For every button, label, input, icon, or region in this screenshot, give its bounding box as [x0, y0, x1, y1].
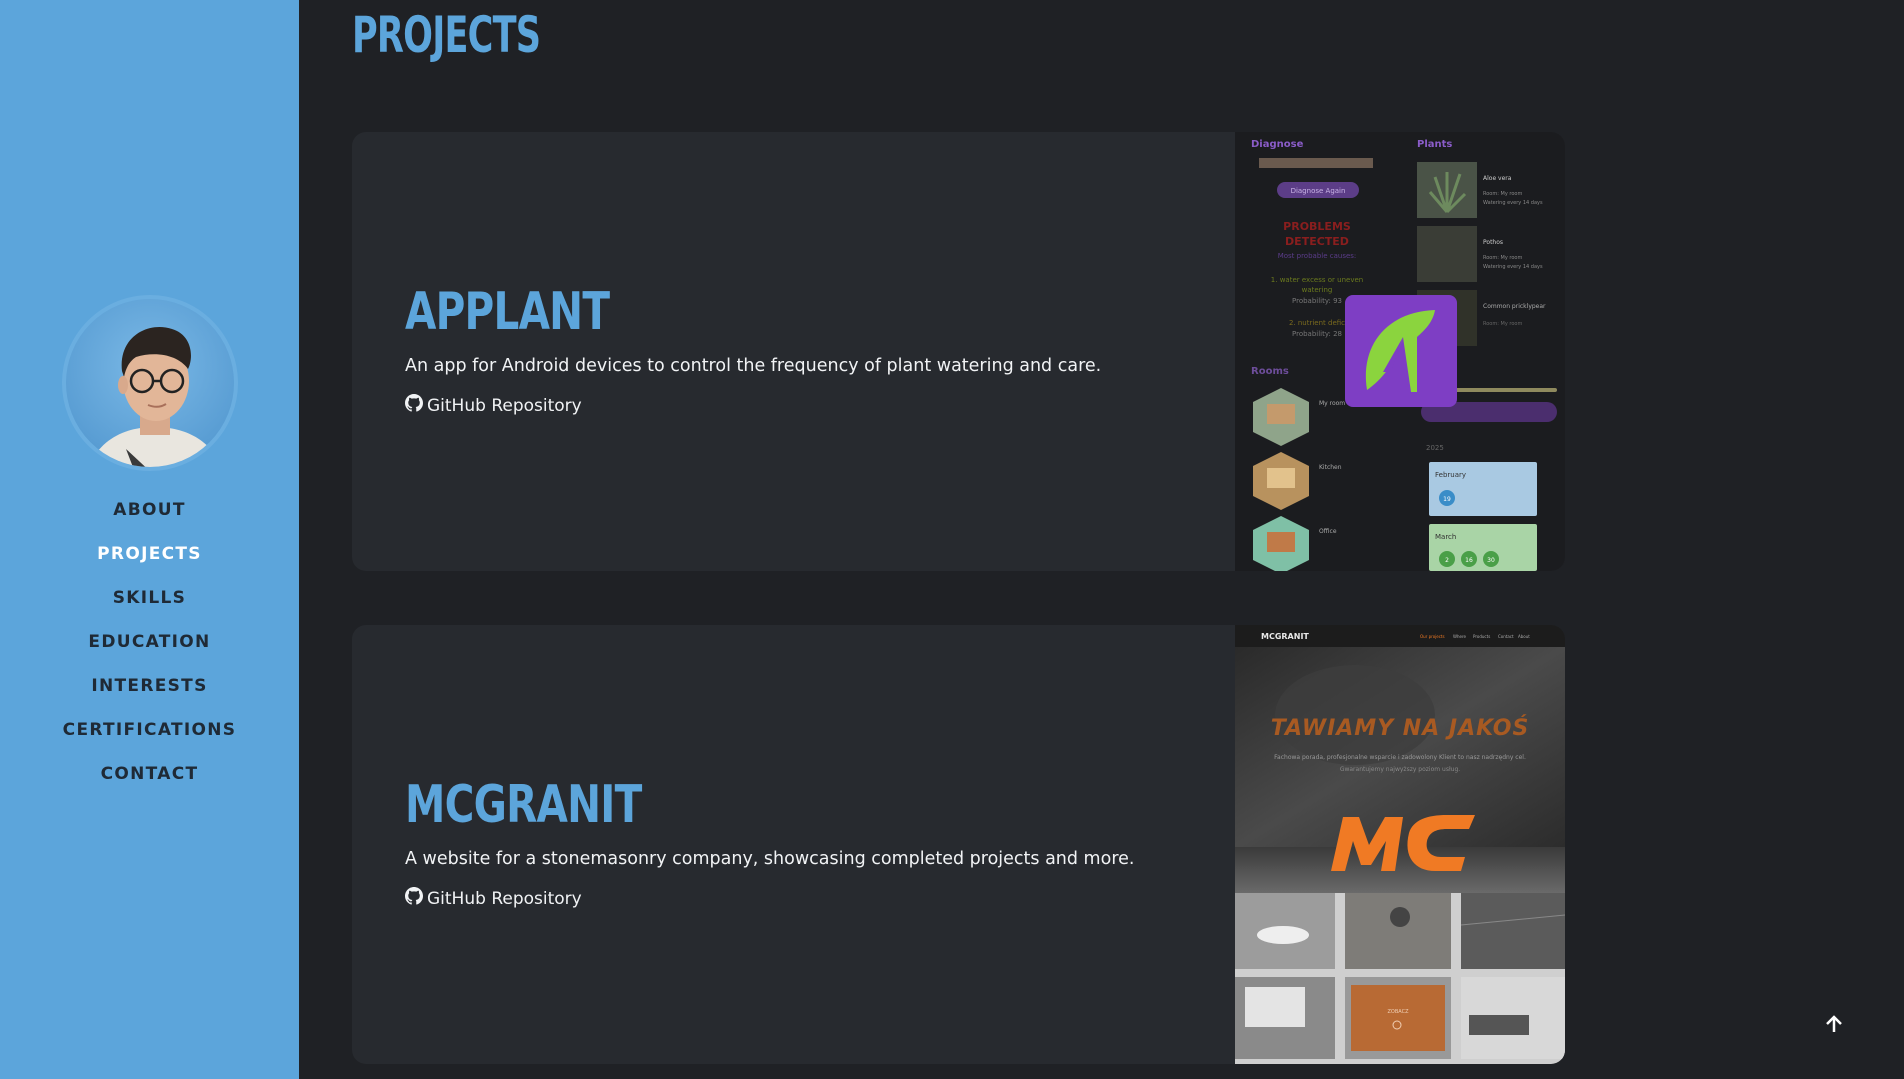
scroll-to-top-button[interactable] [1816, 1008, 1852, 1044]
page-title: PROJECTS [352, 6, 541, 64]
diagnose-button: Diagnose Again [1291, 187, 1346, 195]
nav-item-about[interactable]: ABOUT [0, 496, 299, 540]
nav-item-projects[interactable]: PROJECTS [0, 540, 299, 584]
plant-watering: Watering every 14 days [1483, 264, 1543, 270]
sidebar: ABOUT PROJECTS SKILLS EDUCATION INTEREST… [0, 0, 299, 1079]
github-icon [405, 887, 427, 910]
cause1: 1. water excess or uneven [1271, 276, 1363, 284]
plant-name: Aloe vera [1483, 175, 1512, 182]
nav-item-education[interactable]: EDUCATION [0, 628, 299, 672]
plant-name: Pothos [1483, 239, 1503, 246]
hero-heading: TAWIAMY NA JAKOŚ [1271, 715, 1530, 741]
avatar [62, 295, 238, 471]
plant-name: Common pricklypear [1483, 303, 1546, 310]
cause2-prob: Probability: 28 [1292, 330, 1342, 338]
calendar-day: 19 [1443, 496, 1451, 503]
project-title: APPLANT [405, 282, 610, 342]
month-name: March [1435, 533, 1456, 541]
month-name: February [1435, 471, 1466, 479]
problems-line2: DETECTED [1285, 235, 1349, 248]
gallery-button-label: ZOBACZ [1387, 1009, 1409, 1015]
site-nav-item: Our projects [1420, 634, 1445, 639]
nav-item-skills[interactable]: SKILLS [0, 584, 299, 628]
hero-subtext: Fachowa porada, profesjonalne wsparcie i… [1274, 754, 1526, 761]
site-nav-item: Where [1453, 634, 1467, 639]
plant-room: Room: My room [1483, 255, 1522, 261]
room-name: My room [1319, 400, 1345, 407]
mcgranit-preview-image[interactable]: MCGRANIT Our projects Where Products Con… [1235, 625, 1565, 1064]
nav-item-interests[interactable]: INTERESTS [0, 672, 299, 716]
project-description: A website for a stonemasonry company, sh… [405, 849, 1135, 869]
diagnose-heading: Diagnose [1251, 139, 1304, 150]
mcgranit-logo-text: MCGRANIT [1261, 632, 1309, 641]
plant-room: Room: My room [1483, 191, 1522, 197]
rooms-heading: Rooms [1251, 366, 1289, 377]
applant-preview-image[interactable]: Diagnose Diagnose Again PROBLEMS DETECTE… [1235, 132, 1565, 571]
plant-watering: Watering every 14 days [1483, 200, 1543, 206]
project-card-mcgranit: MCGRANIT A website for a stonemasonry co… [352, 625, 1565, 1064]
site-nav-item: About [1518, 634, 1530, 639]
plant-room: Room: My room [1483, 321, 1522, 327]
nav-item-contact[interactable]: CONTACT [0, 760, 299, 804]
site-nav-item: Contact [1498, 634, 1514, 639]
calendar-day: 2 [1445, 557, 1449, 564]
project-info: APPLANT An app for Android devices to co… [405, 282, 1101, 417]
cause1-line2: watering [1302, 286, 1333, 294]
problems-line1: PROBLEMS [1283, 220, 1351, 233]
room-name: Kitchen [1319, 464, 1342, 471]
calendar-year: 2025 [1426, 444, 1444, 452]
hero-subtext: Gwarantujemy najwyższy poziom usług. [1340, 766, 1460, 773]
calendar-day: 16 [1465, 557, 1473, 564]
site-nav-item: Products [1473, 634, 1490, 639]
main-nav: ABOUT PROJECTS SKILLS EDUCATION INTEREST… [0, 496, 299, 804]
calendar-day: 30 [1487, 557, 1495, 564]
cause1-prob: Probability: 93 [1292, 297, 1342, 305]
plants-heading: Plants [1417, 139, 1452, 150]
project-info: MCGRANIT A website for a stonemasonry co… [405, 775, 1134, 910]
cause2: 2. nutrient defic [1289, 319, 1345, 327]
arrow-up-icon [1824, 1014, 1844, 1038]
project-card-applant: APPLANT An app for Android devices to co… [352, 132, 1565, 571]
github-repo-label: GitHub Repository [427, 395, 582, 416]
github-repo-link[interactable]: GitHub Repository [405, 887, 582, 910]
room-name: Office [1319, 528, 1337, 535]
project-title: MCGRANIT [405, 775, 642, 835]
nav-item-certifications[interactable]: CERTIFICATIONS [0, 716, 299, 760]
most-probable: Most probable causes: [1278, 252, 1357, 260]
project-description: An app for Android devices to control th… [405, 356, 1102, 376]
applant-logo-icon [1345, 295, 1457, 407]
github-repo-link[interactable]: GitHub Repository [405, 394, 582, 417]
github-repo-label: GitHub Repository [427, 888, 582, 909]
github-icon [405, 394, 427, 417]
